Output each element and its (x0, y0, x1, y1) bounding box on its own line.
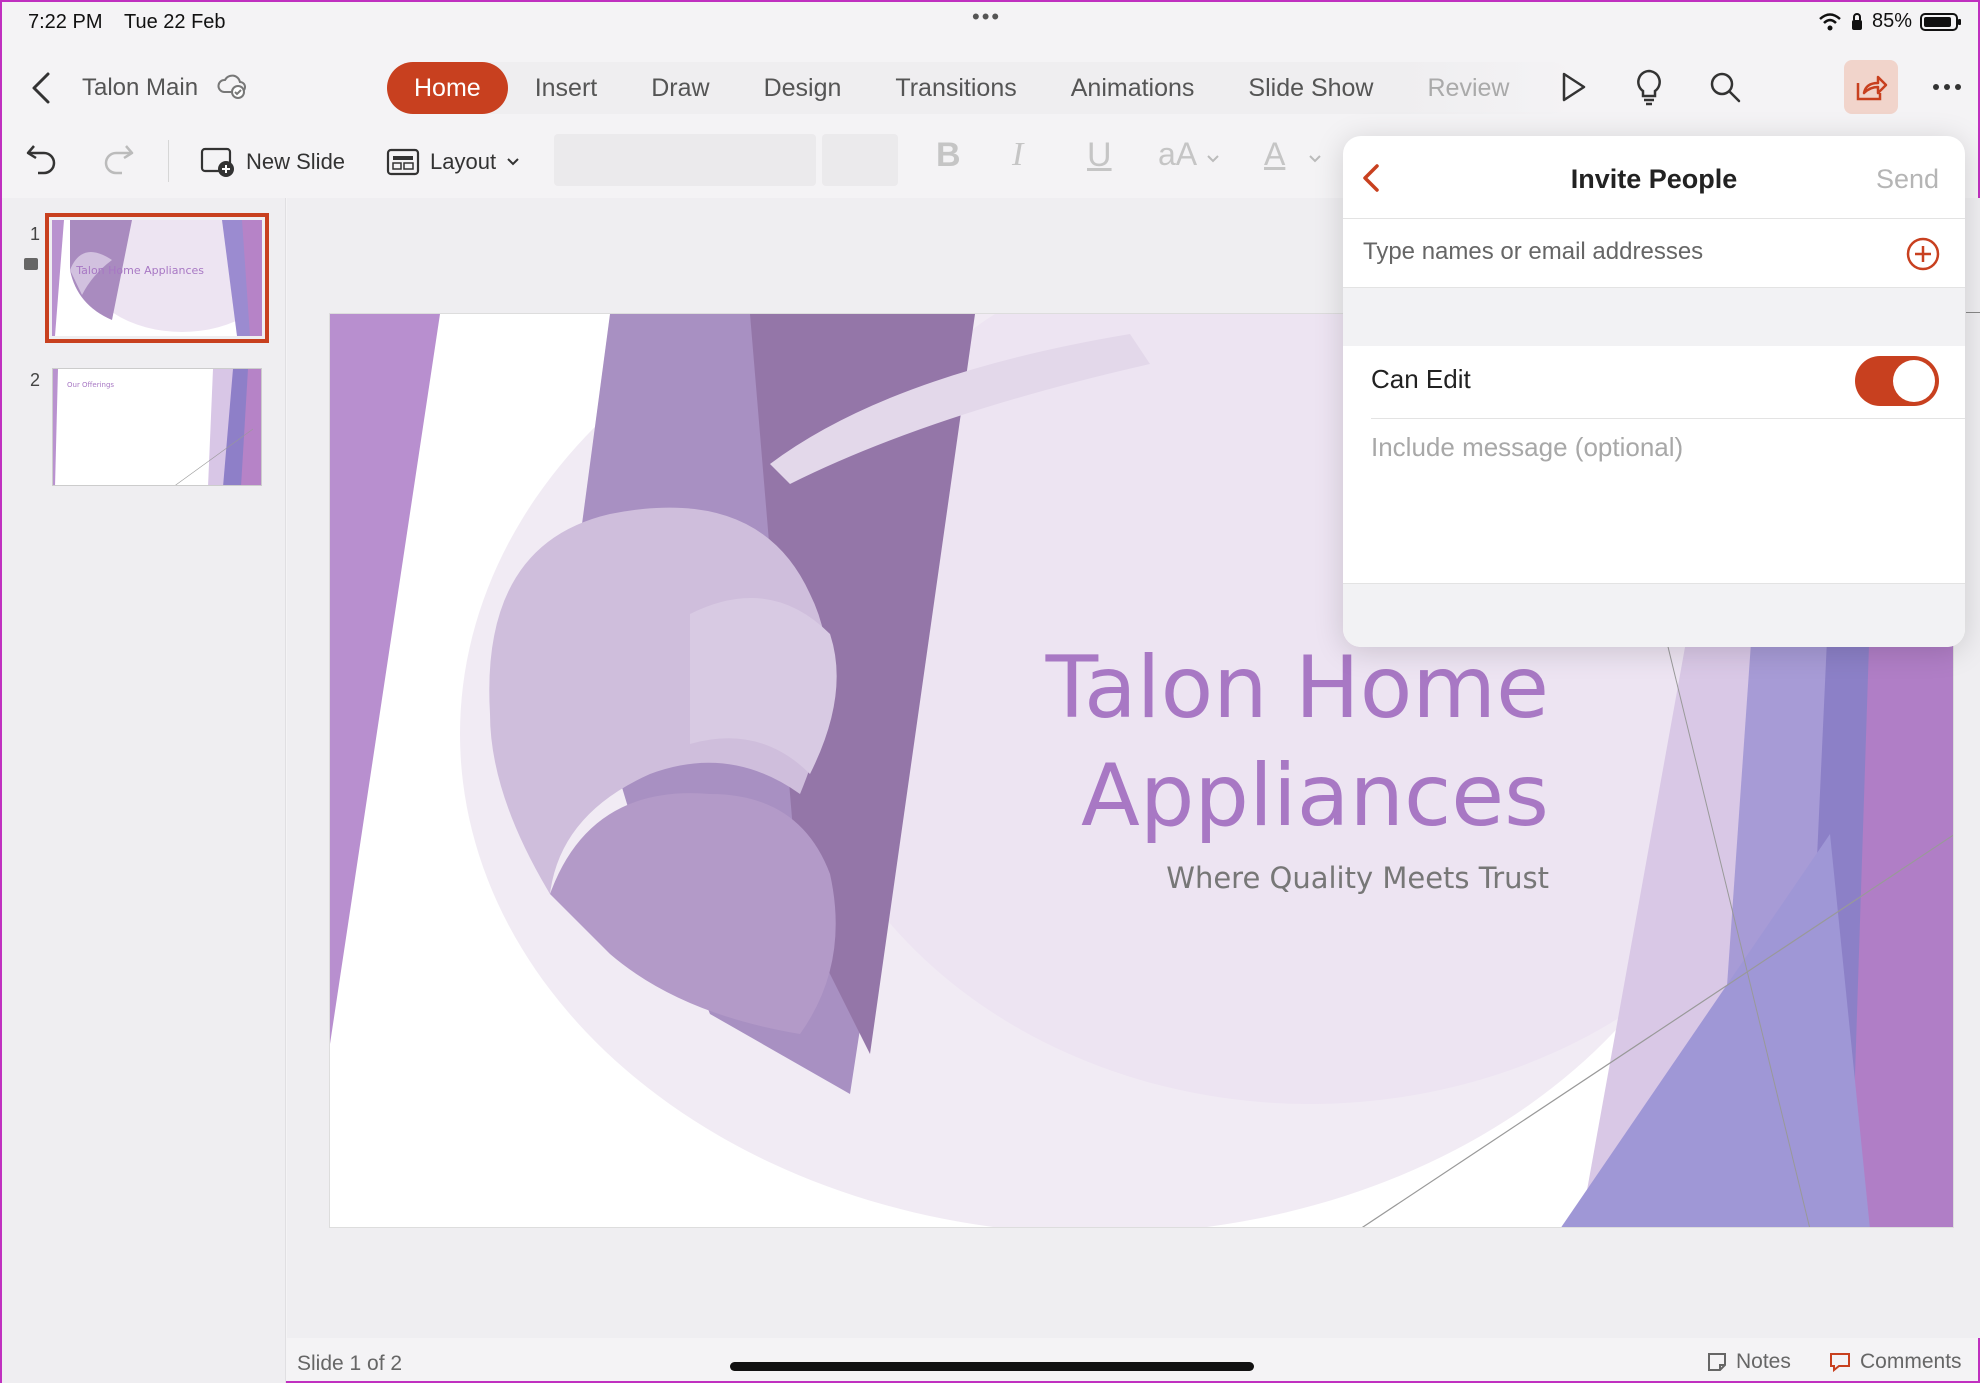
tab-insert[interactable]: Insert (508, 62, 625, 114)
search-icon[interactable] (1698, 60, 1752, 114)
battery-percent: 85% (1871, 10, 1912, 32)
slide-thumbnail-2[interactable]: Our Offerings (52, 368, 262, 486)
layout-button[interactable]: Layout (386, 138, 520, 186)
new-slide-label: New Slide (246, 149, 346, 174)
redo-icon[interactable] (100, 140, 136, 176)
tab-slide-show[interactable]: Slide Show (1221, 62, 1400, 114)
comment-indicator-icon[interactable] (24, 258, 38, 270)
notes-icon (1708, 1353, 1726, 1371)
underline-button[interactable]: U (1087, 136, 1112, 175)
new-slide-icon (200, 147, 234, 177)
can-edit-toggle[interactable] (1855, 356, 1939, 406)
multitask-dots-icon[interactable]: ••• (972, 4, 1001, 30)
font-size-adjust-button[interactable]: aA (1158, 136, 1197, 173)
thumbnail-number: 2 (30, 370, 41, 390)
home-indicator[interactable] (730, 1362, 1254, 1371)
message-input[interactable]: Include message (optional) (1371, 432, 1683, 463)
ribbon-tabs: Home Insert Draw Design Transitions Anim… (387, 62, 1577, 114)
slide-thumbnail-panel: 1 Talon Home Appliances 2 Our Offerings (2, 198, 286, 1383)
font-color-button[interactable]: A (1264, 136, 1285, 173)
status-bar: 7:22 PM Tue 22 Feb ••• 85% (2, 2, 1980, 44)
popover-footer (1343, 584, 1965, 647)
can-edit-label: Can Edit (1371, 364, 1471, 394)
layout-label: Layout (430, 149, 497, 174)
scroll-edge-marker (1966, 312, 1980, 313)
lightbulb-icon[interactable] (1622, 60, 1676, 114)
tab-transitions[interactable]: Transitions (868, 62, 1043, 114)
cloud-saved-icon[interactable] (216, 70, 248, 102)
thumb-title: Our Offerings (67, 381, 114, 389)
invite-people-popover: Invite People Send Type names or email a… (1343, 136, 1965, 647)
bold-button[interactable]: B (936, 136, 961, 175)
tab-design[interactable]: Design (737, 62, 869, 114)
tab-review[interactable]: Review (1400, 62, 1536, 114)
play-icon[interactable] (1546, 60, 1600, 114)
slide-title[interactable]: Talon Home Appliances (1046, 634, 1549, 850)
orientation-lock-icon (1851, 12, 1862, 30)
comments-label: Comments (1860, 1350, 1962, 1373)
tab-home[interactable]: Home (387, 62, 508, 114)
comment-icon (1830, 1353, 1850, 1373)
battery-icon (1920, 12, 1961, 31)
slide-subtitle[interactable]: Where Quality Meets Trust (1166, 861, 1549, 895)
separator (1343, 218, 1965, 219)
new-slide-button[interactable]: New Slide (200, 138, 345, 186)
chevron-down-icon (507, 158, 519, 166)
section-gap (1343, 288, 1965, 346)
thumb-title: Talon Home Appliances (75, 264, 204, 277)
add-contact-icon[interactable] (1905, 236, 1941, 272)
invite-email-input[interactable]: Type names or email addresses (1363, 238, 1703, 266)
share-icon[interactable] (1844, 60, 1898, 114)
wifi-icon (1819, 12, 1841, 30)
font-size-field[interactable] (822, 134, 898, 186)
undo-icon[interactable] (24, 140, 60, 176)
send-button[interactable]: Send (1876, 164, 1939, 195)
top-bar: Talon Main Home Insert Draw Design Trans… (2, 52, 1980, 124)
comments-button[interactable]: Comments (1828, 1350, 1962, 1374)
document-title[interactable]: Talon Main (82, 74, 198, 102)
slide-1-preview: Talon Home Appliances (52, 220, 262, 336)
notes-label: Notes (1736, 1350, 1791, 1373)
status-date: Tue 22 Feb (124, 11, 226, 33)
status-time: 7:22 PM (28, 11, 103, 33)
separator (1371, 418, 1965, 419)
italic-button[interactable]: I (1012, 136, 1023, 174)
more-options-icon[interactable] (1920, 60, 1974, 114)
slide-2-preview: Our Offerings (53, 369, 261, 485)
tab-draw[interactable]: Draw (624, 62, 736, 114)
notes-button[interactable]: Notes (1706, 1350, 1791, 1374)
popover-title: Invite People (1570, 164, 1738, 194)
chevron-down-icon (1309, 155, 1321, 163)
layout-icon (386, 148, 420, 176)
slide-thumbnail-1[interactable]: Talon Home Appliances (45, 213, 269, 343)
thumbnail-number: 1 (30, 224, 41, 244)
back-chevron-icon[interactable] (26, 68, 58, 108)
chevron-down-icon (1207, 155, 1219, 163)
tab-animations[interactable]: Animations (1044, 62, 1222, 114)
font-name-field[interactable] (554, 134, 816, 186)
slide-counter: Slide 1 of 2 (297, 1352, 403, 1375)
toolbar-divider (168, 140, 169, 182)
